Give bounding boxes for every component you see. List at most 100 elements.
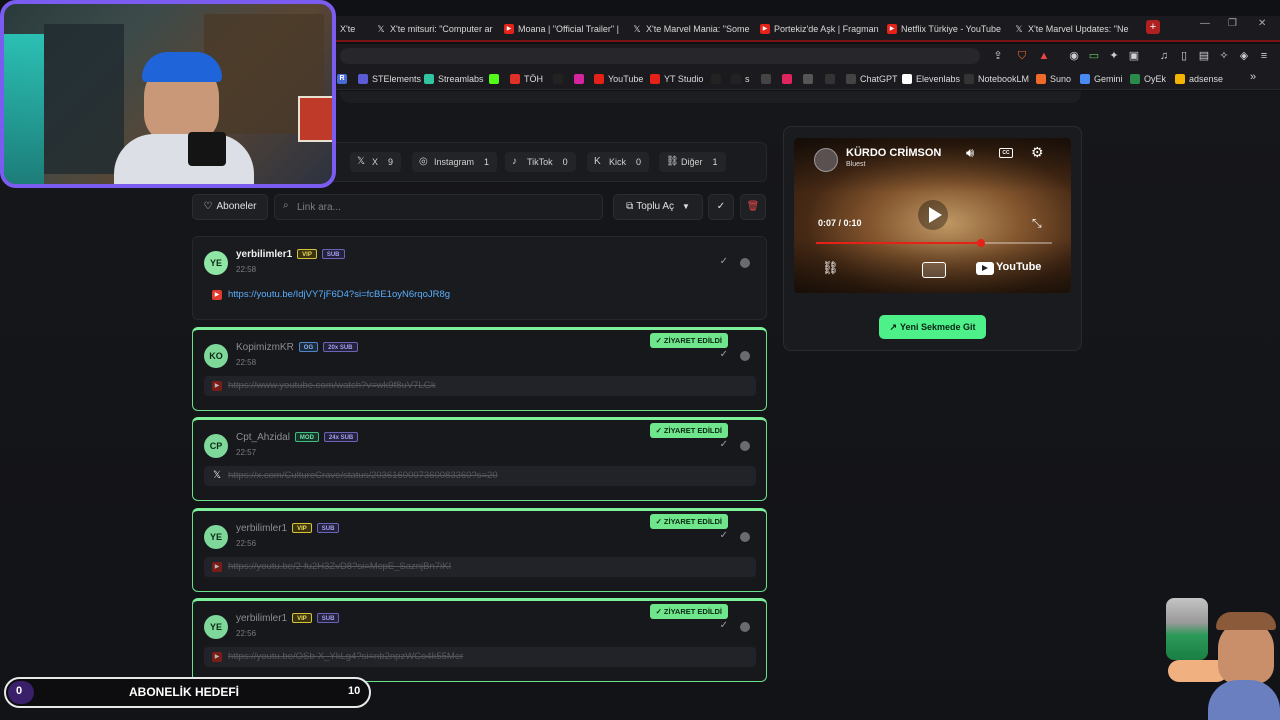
close-window-icon[interactable]: ✕ <box>1258 18 1266 29</box>
timestamp: 22:56 <box>236 629 257 638</box>
mark-visited-icon[interactable]: ✓ <box>720 349 728 360</box>
bookmark-item[interactable]: YouTube <box>594 72 643 86</box>
mark-all-button[interactable]: ✓ <box>708 194 734 220</box>
x-icon: 𝕏 <box>357 156 366 167</box>
platform-filter-instagram[interactable]: ◎ Instagram 1 <box>412 152 498 172</box>
bookmark-icon <box>803 74 813 84</box>
bookmark-item[interactable]: STElements <box>358 72 421 86</box>
minimize-icon[interactable]: — <box>1200 18 1210 29</box>
bookmark-item[interactable] <box>489 72 503 86</box>
settings-gear-icon[interactable]: ⚙ <box>1031 144 1044 161</box>
bookmark-item[interactable] <box>782 72 796 86</box>
volume-icon[interactable]: 🔊︎ <box>966 145 974 161</box>
new-tab-button[interactable]: + <box>1146 20 1160 34</box>
play-button[interactable] <box>918 200 948 230</box>
mark-visited-icon[interactable]: ✓ <box>720 256 728 267</box>
bookmark-item[interactable]: NotebookLM <box>964 72 1029 86</box>
bookmark-item[interactable]: Suno <box>1036 72 1071 86</box>
link-url[interactable]: ▶ https://youtu.be/OSb-X_YkLg4?si=nb2npzW… <box>204 647 756 667</box>
extension-icon[interactable]: ◉ <box>1068 50 1080 62</box>
browser-tab[interactable]: ▶ Portekiz'de Aşk | Fragman <box>758 20 882 38</box>
wallet-icon[interactable]: ▤ <box>1198 50 1210 62</box>
delete-all-button[interactable]: 🗑 <box>740 194 766 220</box>
username[interactable]: Cpt_Ahzidal <box>236 432 290 443</box>
bookmark-item[interactable] <box>825 72 839 86</box>
browser-tab[interactable]: 𝕏 X'te mitsuri: "Computer ar <box>374 20 498 38</box>
watch-later-icon[interactable] <box>922 262 946 278</box>
block-icon[interactable] <box>740 622 750 632</box>
username[interactable]: yerbilimler1 <box>236 523 287 534</box>
mark-visited-icon[interactable]: ✓ <box>720 439 728 450</box>
bookmark-item[interactable]: Streamlabs <box>424 72 484 86</box>
bulk-open-button[interactable]: ⧉ Toplu Aç ▼ <box>613 194 703 220</box>
bookmark-item[interactable]: TÖH <box>510 72 543 86</box>
subscribers-filter-button[interactable]: ♡ Aboneler <box>192 194 268 220</box>
video-player[interactable]: KÜRDO CRİMSON Bluest 🔊︎ CC ⚙ 0:07 / 0:10… <box>794 138 1071 293</box>
search-input[interactable] <box>297 200 587 214</box>
leo-icon[interactable]: ✧ <box>1218 50 1230 62</box>
bookmark-item[interactable]: OyEk <box>1130 72 1166 86</box>
vpn-icon[interactable]: ◈ <box>1238 50 1250 62</box>
bookmark-item[interactable] <box>761 72 775 86</box>
browser-tab[interactable]: ▶ Moana | "Official Trailer" | <box>502 20 626 38</box>
sidebar-icon[interactable]: ▯ <box>1178 50 1190 62</box>
username[interactable]: yerbilimler1 <box>236 249 292 260</box>
browser-tab-label: Netflix Türkiye - YouTube <box>901 24 1002 34</box>
fullscreen-icon[interactable]: ⤡ <box>1032 216 1042 231</box>
address-bar[interactable] <box>340 48 980 64</box>
youtube-wordmark[interactable]: YouTube <box>996 261 1041 273</box>
bookmark-item[interactable]: R <box>337 72 351 86</box>
platform-filter-x[interactable]: 𝕏X9 <box>350 152 402 172</box>
bookmark-item[interactable]: s <box>731 72 750 86</box>
battery-extension-icon[interactable]: ▭ <box>1088 50 1100 62</box>
platform-filter-link[interactable]: ⛓ Diğer 1 <box>659 152 726 172</box>
mark-visited-icon[interactable]: ✓ <box>720 530 728 541</box>
bookmark-item[interactable]: adsense <box>1175 72 1223 86</box>
open-in-new-tab-button[interactable]: ↗ Yeni Sekmede Git <box>879 315 986 339</box>
link-url[interactable]: 𝕏https://x.com/CultureCrave/status/20361… <box>204 466 756 486</box>
platform-filter-tiktok[interactable]: ♪ TikTok 0 <box>505 152 576 172</box>
block-icon[interactable] <box>740 258 750 268</box>
platform-filter-kick[interactable]: K Kick 0 <box>587 152 650 172</box>
maximize-icon[interactable]: ❐ <box>1228 18 1237 29</box>
link-url[interactable]: ▶ https://youtu.be/2-fu2H3ZvD8?si=McpE_Sa… <box>204 557 756 577</box>
microphone <box>188 132 226 166</box>
username[interactable]: yerbilimler1 <box>236 613 287 624</box>
username[interactable]: KopimizmKR <box>236 342 294 353</box>
bookmark-item[interactable] <box>574 72 588 86</box>
block-icon[interactable] <box>740 532 750 542</box>
bookmark-item[interactable] <box>803 72 817 86</box>
rewards-icon[interactable]: ▲ <box>1038 50 1050 62</box>
block-icon[interactable] <box>740 441 750 451</box>
youtube-icon: ▶ <box>887 24 897 34</box>
video-title[interactable]: KÜRDO CRİMSON <box>846 147 941 159</box>
browser-tab[interactable]: 𝕏 X'te Marvel Updates: "Ne <box>1012 20 1136 38</box>
bookmark-icon <box>1036 74 1046 84</box>
bookmark-item[interactable]: YT Studio <box>650 72 703 86</box>
youtube-icon: ▶ <box>504 24 514 34</box>
captions-icon[interactable]: CC <box>999 148 1013 158</box>
bookmark-item[interactable]: ChatGPT <box>846 72 898 86</box>
copy-link-icon[interactable]: ⛓ <box>822 260 839 276</box>
puzzle-icon[interactable]: ✦ <box>1108 50 1120 62</box>
mark-visited-icon[interactable]: ✓ <box>720 620 728 631</box>
share-icon[interactable]: ⇪ <box>992 50 1004 62</box>
link-url[interactable]: ▶ https://www.youtube.com/watch?v=wk9f8uV… <box>204 376 756 396</box>
browser-tab[interactable]: ▶ Netflix Türkiye - YouTube <box>885 20 1009 38</box>
more-bookmarks-icon[interactable]: » <box>1250 71 1256 83</box>
channel-avatar[interactable] <box>814 148 838 172</box>
menu-icon[interactable]: ≡ <box>1258 50 1270 62</box>
block-icon[interactable] <box>740 351 750 361</box>
bookmark-item[interactable]: Gemini <box>1080 72 1123 86</box>
screenshot-icon[interactable]: ▣ <box>1128 50 1140 62</box>
bookmark-item[interactable] <box>711 72 725 86</box>
bookmark-item[interactable]: Elevenlabs <box>902 72 960 86</box>
link-url-text: https://youtu.be/IdjVY7jF6D4?si=fcBE1oyN… <box>228 289 451 300</box>
brave-shield-icon[interactable]: ⛉ <box>1016 50 1028 62</box>
link-url[interactable]: ▶ https://youtu.be/IdjVY7jF6D4?si=fcBE1oy… <box>204 285 756 305</box>
media-icon[interactable]: ♫ <box>1158 50 1170 62</box>
bookmark-item[interactable] <box>553 72 567 86</box>
timestamp: 22:57 <box>236 448 257 457</box>
browser-tab[interactable]: 𝕏 X'te Marvel Mania: "Some <box>630 20 754 38</box>
progress-track[interactable] <box>816 239 1052 247</box>
